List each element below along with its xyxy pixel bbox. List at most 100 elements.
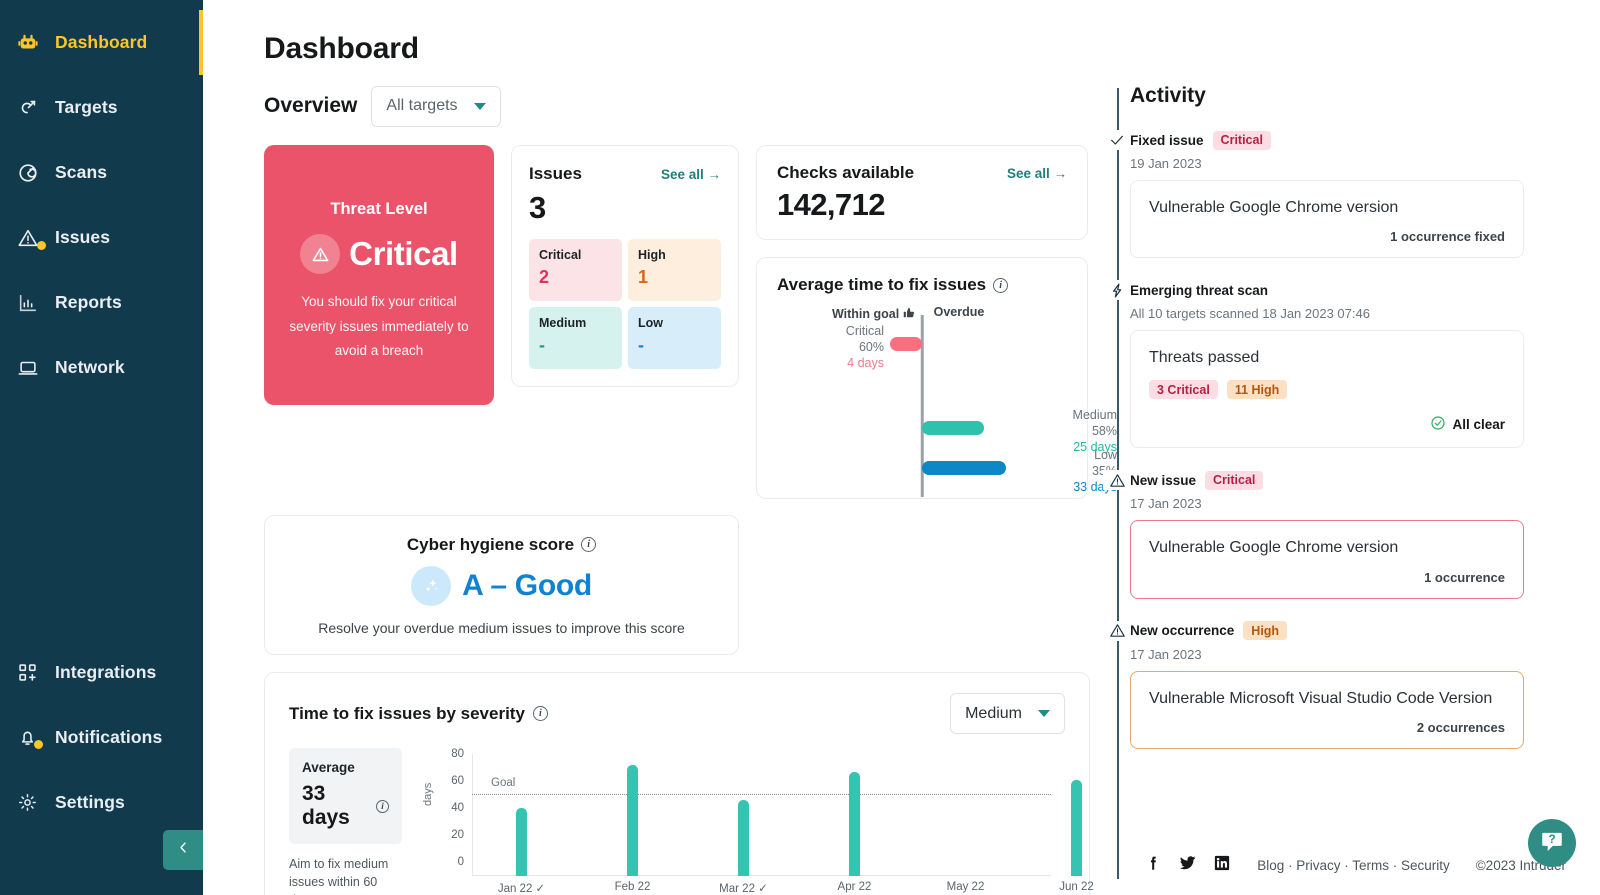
sidebar-item-label: Integrations (55, 662, 157, 682)
info-icon[interactable]: i (532, 706, 548, 721)
ttf-bar[interactable] (738, 800, 749, 876)
info-icon[interactable]: i (993, 277, 1009, 293)
ttf-severity-dropdown[interactable]: Medium (950, 693, 1065, 734)
hygiene-score-value: A – Good (462, 568, 592, 602)
ttf-average-box: Average 33 days i Aim to fix medium issu… (289, 748, 402, 895)
facebook-icon[interactable] (1144, 854, 1162, 877)
severity-box-high[interactable]: High 1 (628, 239, 721, 301)
severity-value: 2 (539, 267, 550, 287)
sidebar-item-network[interactable]: Network (0, 335, 203, 400)
ttf-y-tick: 0 (457, 856, 464, 868)
info-icon[interactable]: i (581, 537, 597, 552)
ttf-plot-area: Goal Jan 22 ✓ Feb 22 Mar 22 ✓ Apr 22 May… (472, 754, 1094, 895)
cyber-hygiene-card: Cyber hygiene score i A – Good Resolve y… (264, 515, 739, 655)
atf-label-percent: 58% (1091, 424, 1117, 438)
help-button[interactable]: ? (1528, 819, 1576, 867)
severity-value: 1 (638, 267, 649, 287)
ttf-bar[interactable] (516, 808, 527, 876)
checks-available-card: Checks available See all → 142,712 (756, 145, 1088, 240)
arrow-right-icon: → (707, 166, 722, 182)
atf-bar-critical (890, 337, 922, 351)
app-root: Dashboard Targets Scans Issues Reports N… (0, 0, 1600, 895)
activity-item-kind: Fixed issue (1130, 132, 1204, 148)
intruder-logo-icon (17, 32, 51, 54)
sidebar-item-label: Settings (55, 792, 125, 812)
threat-level-description: You should fix your critical severity is… (289, 294, 469, 359)
sidebar-item-label: Scans (55, 162, 108, 182)
issues-card-header: Issues See all → (529, 164, 721, 184)
activity-item: New occurrence High 17 Jan 2023 Vulnerab… (1103, 620, 1524, 749)
sidebar-item-label: Reports (55, 292, 122, 312)
atf-bar-low (922, 461, 1006, 475)
hygiene-title-row: Cyber hygiene score i (407, 535, 597, 555)
sidebar-item-integrations[interactable]: Integrations (0, 640, 203, 705)
sidebar-item-settings[interactable]: Settings (0, 770, 203, 835)
warning-triangle-icon (17, 227, 51, 250)
atf-header: Average time to fix issues i (777, 275, 1067, 295)
grid-plus-icon (17, 662, 51, 683)
checks-see-all-link[interactable]: See all → (1007, 166, 1067, 181)
activity-item-kind: New occurrence (1130, 623, 1235, 639)
activity-item-card[interactable]: Vulnerable Google Chrome version 1 occur… (1130, 180, 1524, 259)
severity-box-critical[interactable]: Critical 2 (529, 239, 622, 301)
issues-see-all-link[interactable]: See all → (661, 167, 721, 182)
activity-card-status-text: All clear (1452, 417, 1505, 433)
sidebar-item-issues[interactable]: Issues (0, 205, 203, 270)
linkedin-icon[interactable] (1213, 854, 1231, 877)
activity-item-card[interactable]: Vulnerable Microsoft Visual Studio Code … (1130, 670, 1524, 749)
severity-value: - (539, 335, 545, 355)
ttf-header: Time to fix issues by severity i Medium (289, 693, 1065, 734)
atf-within-goal-header: Within goal (832, 305, 916, 322)
ttf-bar[interactable] (849, 771, 860, 876)
ttf-goal-line (472, 793, 1051, 795)
severity-box-medium[interactable]: Medium - (529, 307, 622, 369)
sidebar-item-label: Dashboard (55, 32, 148, 52)
sidebar-item-dashboard[interactable]: Dashboard (0, 10, 203, 75)
ttf-average-label: Average (302, 760, 355, 775)
chevron-down-icon (1038, 710, 1050, 717)
footer-links[interactable]: Blog · Privacy · Terms · Security (1257, 858, 1450, 873)
ttf-bar[interactable] (627, 764, 638, 876)
info-icon[interactable]: i (376, 799, 389, 813)
time-to-fix-by-severity-card: Time to fix issues by severity i Medium … (264, 672, 1094, 895)
status-badge: Critical (1212, 130, 1271, 150)
activity-item-card[interactable]: Threats passed 3 Critical 11 High All cl… (1130, 330, 1524, 449)
ttf-x-tick: Feb 22 (615, 881, 651, 893)
status-badge: 3 Critical (1149, 380, 1218, 400)
lightning-bolt-icon (1103, 280, 1131, 301)
sidebar-item-targets[interactable]: Targets (0, 75, 203, 140)
threat-level-card[interactable]: Threat Level Critical You should fix you… (264, 145, 494, 405)
activity-item-card[interactable]: Vulnerable Google Chrome version 1 occur… (1130, 520, 1524, 599)
sidebar-item-scans[interactable]: Scans (0, 140, 203, 205)
target-filter-dropdown[interactable]: All targets (371, 85, 501, 127)
ttf-average-value-row: 33 days i (302, 782, 389, 830)
svg-text:?: ? (1548, 832, 1555, 846)
severity-box-low[interactable]: Low - (628, 307, 721, 369)
hygiene-subtitle: Resolve your overdue medium issues to im… (318, 619, 685, 636)
activity-item-date: 17 Jan 2023 (1130, 646, 1202, 662)
ttf-y-axis-line (472, 754, 473, 876)
activity-item-kind: New issue (1130, 472, 1197, 488)
question-mark-icon: ? (1539, 828, 1565, 859)
sidebar-collapse-button[interactable] (163, 830, 203, 870)
activity-card-status: All clear (1149, 415, 1505, 434)
atf-label-name: Low (1094, 448, 1117, 462)
ttf-title-row: Time to fix issues by severity i (289, 704, 548, 724)
page-title: Dashboard (264, 32, 419, 65)
ttf-average-inner: Average 33 days i (289, 748, 402, 844)
atf-label-percent: 60% (858, 340, 884, 354)
thumbs-up-icon (902, 305, 916, 322)
ttf-x-tick: Mar 22 ✓ (719, 881, 768, 895)
severity-name: Medium (539, 316, 587, 330)
sidebar-item-reports[interactable]: Reports (0, 270, 203, 335)
ttf-bar[interactable] (1071, 779, 1082, 876)
twitter-icon[interactable] (1178, 853, 1197, 877)
checks-available-value: 142,712 (777, 187, 885, 222)
sidebar-item-notifications[interactable]: Notifications (0, 705, 203, 770)
warning-triangle-icon (1103, 620, 1131, 641)
checks-card-header: Checks available See all → (777, 163, 1067, 183)
atf-within-goal-label: Within goal (831, 306, 900, 321)
ttf-y-tick: 80 (451, 748, 464, 760)
atf-labels-critical: Critical 60% 4 days (846, 323, 884, 371)
activity-panel: Activity Fixed issue Critical 19 Jan 202… (1103, 84, 1524, 895)
